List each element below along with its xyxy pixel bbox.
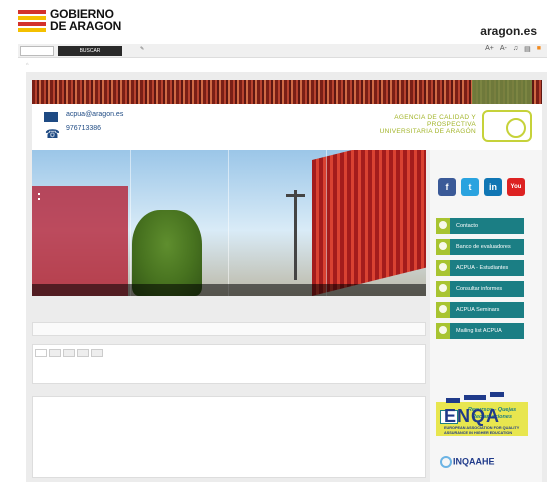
header-banner-image	[32, 80, 542, 104]
social-links: f t in You	[438, 178, 525, 196]
tools-link[interactable]: ✎	[140, 46, 144, 52]
agency-name-line1: AGENCIA DE CALIDAD Y	[394, 114, 476, 121]
phone-icon: ☎	[45, 127, 60, 141]
youtube-icon[interactable]: You	[507, 178, 525, 196]
hero-caption[interactable]	[32, 284, 131, 296]
twitter-icon[interactable]: t	[461, 178, 479, 196]
hero-red-building	[312, 150, 426, 296]
contact-email[interactable]: acpua@aragon.es	[66, 111, 123, 118]
thumbs-up-icon	[439, 263, 447, 271]
sidebar-item-label: Mailing list ACPUA	[456, 328, 502, 334]
tab-item[interactable]	[35, 349, 47, 357]
mail-icon	[44, 112, 58, 122]
hero-caption[interactable]	[328, 284, 427, 296]
sidebar-item-label: Consultar informes	[456, 286, 503, 292]
mail-icon	[439, 326, 447, 334]
breadcrumb: ⌂	[26, 61, 29, 66]
font-increase-button[interactable]: A+	[485, 45, 494, 53]
linkedin-icon[interactable]: in	[484, 178, 502, 196]
agency-name-line2: PROSPECTIVA	[426, 121, 476, 128]
inqaahe-logo[interactable]: INQAAHE	[440, 456, 495, 468]
hero-menu	[32, 186, 128, 296]
sidebar-item-contacto[interactable]: Contacto	[436, 218, 524, 234]
sidebar-item-label: Banco de evaluadores	[456, 244, 511, 250]
enqa-bars-icon	[446, 392, 506, 404]
gobierno-aragon-logo[interactable]: GOBIERNO DE ARAGON	[18, 8, 130, 38]
font-decrease-button[interactable]: A-	[500, 45, 507, 53]
enqa-logo[interactable]: ENQA EUROPEAN ASSOCIATION FOR QUALITY AS…	[440, 392, 520, 452]
print-icon[interactable]: ▤	[524, 45, 531, 53]
sidebar-item-evaluadores[interactable]: Banco de evaluadores	[436, 239, 524, 255]
news-panel	[32, 396, 426, 478]
contact-header: acpua@aragon.es ☎ 976713386 AGENCIA DE C…	[32, 104, 542, 150]
tab-list	[35, 349, 103, 357]
accessibility-controls: A+ A- ♫ ▤ ■	[485, 45, 541, 53]
sidebar-item-mailing[interactable]: Mailing list ACPUA	[436, 323, 524, 339]
hero-caption[interactable]	[229, 284, 328, 296]
site-name: aragon.es	[480, 24, 537, 38]
sidebar-item-label: ACPUA - Estudiantes	[456, 265, 509, 271]
aragon-flag-icon	[18, 10, 46, 32]
globe-icon	[440, 456, 452, 468]
hero-tower	[286, 190, 305, 280]
sidebar-item-label: ACPUA Seminars	[456, 307, 500, 313]
portal-header: GOBIERNO DE ARAGON aragon.es	[0, 0, 547, 44]
aragon-es-logo[interactable]: aragon.es	[480, 24, 537, 38]
facebook-icon[interactable]: f	[438, 178, 456, 196]
sidebar-item-informes[interactable]: Consultar informes	[436, 281, 524, 297]
tabs-panel	[32, 344, 426, 384]
tab-item[interactable]	[49, 349, 61, 357]
search-icon	[439, 284, 447, 292]
tab-item[interactable]	[63, 349, 75, 357]
inqaahe-name: INQAAHE	[453, 456, 495, 467]
enqa-full-name: EUROPEAN ASSOCIATION FOR QUALITY ASSURAN…	[444, 426, 520, 435]
hero-captions	[32, 284, 426, 296]
location-icon	[439, 221, 447, 229]
contact-phone: 976713386	[66, 125, 102, 132]
agency-name: AGENCIA DE CALIDAD Y PROSPECTIVA UNIVERS…	[370, 114, 476, 135]
tab-item[interactable]	[91, 349, 103, 357]
rss-icon[interactable]: ■	[537, 45, 541, 53]
tab-item[interactable]	[77, 349, 89, 357]
portal-toolbar: BUSCAR ✎ A+ A- ♫ ▤ ■	[18, 44, 547, 58]
audio-icon[interactable]: ♫	[513, 45, 518, 53]
acpua-logo[interactable]	[482, 110, 532, 142]
search-button[interactable]: BUSCAR	[58, 46, 122, 56]
sidebar-item-label: Contacto	[456, 223, 479, 229]
hero-slider	[32, 150, 426, 296]
sidebar-item-estudiantes[interactable]: ACPUA - Estudiantes	[436, 260, 524, 276]
person-icon	[439, 242, 447, 250]
sidebar-menu: Contacto Banco de evaluadores ACPUA - Es…	[436, 218, 528, 436]
enqa-acronym: ENQA	[444, 406, 501, 426]
section-bar	[32, 322, 426, 336]
gov-name: GOBIERNO DE ARAGON	[50, 7, 122, 33]
sidebar-item-seminars[interactable]: ACPUA Seminars	[436, 302, 524, 318]
search-input[interactable]	[20, 46, 54, 56]
hero-caption[interactable]	[131, 284, 230, 296]
mail-icon	[439, 305, 447, 313]
agency-name-line3: UNIVERSITARIA DE ARAGÓN	[379, 128, 476, 135]
